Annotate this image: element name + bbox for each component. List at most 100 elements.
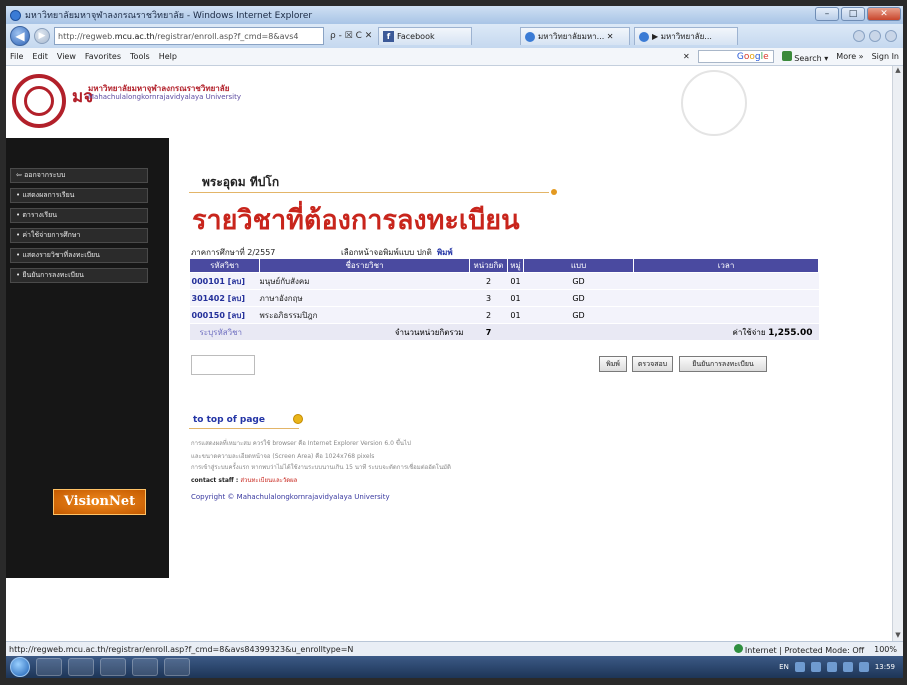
tray-icon[interactable] [842,662,853,672]
vertical-scrollbar[interactable]: ▲ ▼ [892,66,903,641]
student-name: พระอุดม ทีปโก [202,175,280,189]
tab-mcu-second[interactable]: ▶ มหาวิทยาลัย... [634,27,738,45]
toolbar-close-icon[interactable]: ✕ [683,52,690,61]
sign-in-button[interactable]: Sign In [872,52,899,61]
course-credits: 2 [469,272,508,290]
facebook-icon: f [383,31,394,42]
site-header: มจ มหาวิทยาลัยมหาจุฬาลงกรณราชวิทยาลัย Ma… [6,66,892,138]
sidebar-item-grades[interactable]: • แสดงผลการเรียน [10,188,148,203]
menu-edit[interactable]: Edit [32,52,48,61]
course-group: 01 [507,289,524,307]
forward-button[interactable]: ▶ [34,28,50,44]
settings-gear-icon[interactable] [885,30,897,42]
ie-page-icon [639,31,649,42]
course-code-link[interactable]: 000150 [ลบ] [189,306,260,324]
back-button[interactable]: ◀ [10,26,30,46]
search-toolbar: ✕ Google Search ▾ More » Sign In [683,50,903,63]
contact-link[interactable]: ส่วนทะเบียนและวัดผล [240,477,297,484]
sidebar-item-schedule[interactable]: • ตารางเรียน [10,208,148,223]
table-row: 301402 [ลบ] ภาษาอังกฤษ 3 01 GD [189,289,819,307]
total-credits-label: จำนวนหน่วยกิตรวม [259,323,470,341]
tray-icon[interactable] [794,662,805,672]
page-viewport: มจ มหาวิทยาลัยมหาจุฬาลงกรณราชวิทยาลัย Ma… [6,66,903,641]
favorites-star-icon[interactable] [869,30,881,42]
close-button[interactable]: ✕ [867,7,901,21]
sidebar-item-confirm-registration[interactable]: • ยืนยันการลงทะเบียน [10,268,148,283]
more-button[interactable]: More » [836,52,863,61]
sidebar-menu: ⇦ ออกจากระบบ • แสดงผลการเรียน • ตารางเรี… [6,138,169,578]
menu-tools[interactable]: Tools [130,52,150,61]
course-time [633,306,819,324]
menu-bar: File Edit View Favorites Tools Help ✕ Go… [6,48,903,66]
watermark-seal [681,70,747,136]
confirm-registration-button[interactable]: ยืนยันการลงทะเบียน [679,356,767,372]
search-button[interactable]: Search ▾ [781,50,828,63]
col-group: หมู่ [507,258,524,273]
main-content: พระอุดม ทีปโก รายวิชาที่ต้องการลงทะเบียน… [169,138,892,641]
url-controls[interactable]: ρ - ☒ C ✕ [330,31,374,41]
to-top-link[interactable]: to top of page [193,415,265,425]
scroll-up-icon[interactable]: ▲ [893,66,903,76]
tray-icon[interactable] [826,662,837,672]
security-zone: Internet | Protected Mode: Off [733,643,864,655]
add-course-link[interactable]: ระบุรหัสวิชา [189,323,260,341]
footer-note: การแสดงผลที่เหมาะสม ควรใช้ browser คือ I… [191,440,411,447]
menu-favorites[interactable]: Favorites [85,52,121,61]
maximize-button[interactable]: □ [841,7,865,21]
start-button[interactable] [10,657,30,677]
language-indicator[interactable]: EN [779,663,789,671]
sidebar-item-registered-courses[interactable]: • แสดงรายวิชาที่ลงทะเบียน [10,248,148,263]
tab-facebook[interactable]: f Facebook [378,27,472,45]
table-row: 000150 [ลบ] พระอภิธรรมปิฎก 2 01 GD [189,306,819,324]
university-name-english: Mahachulalongkornrajavidyalaya Universit… [88,93,241,101]
tab-mcu-active[interactable]: มหาวิทยาลัยมหา... ✕ [520,27,630,45]
taskbar-app-icon[interactable] [132,658,158,676]
course-code-link[interactable]: 301402 [ลบ] [189,289,260,307]
course-code-input[interactable] [191,355,255,375]
minimize-button[interactable]: – [815,7,839,21]
status-url: http://regweb.mcu.ac.th/registrar/enroll… [9,644,354,654]
course-group: 01 [507,306,524,324]
window-controls: – □ ✕ [815,7,901,21]
footer-note: และขนาดความละเอียดหน้าจอ (Screen Area) ค… [191,453,375,460]
course-code-link[interactable]: 000101 [ลบ] [189,272,260,290]
taskbar-ie-icon[interactable] [68,658,94,676]
menu-help[interactable]: Help [159,52,177,61]
ie-page-icon [525,31,535,42]
taskbar-app-icon[interactable] [164,658,190,676]
sidebar-item-logout[interactable]: ⇦ ออกจากระบบ [10,168,148,183]
tray-icon[interactable] [810,662,821,672]
col-credits: หน่วยกิต [469,258,508,273]
up-arrow-icon[interactable] [293,414,303,424]
sidebar-item-fees[interactable]: • ค่าใช้จ่ายการศึกษา [10,228,148,243]
page-title: รายวิชาที่ต้องการลงทะเบียน [192,205,520,236]
clock: 13:59 [874,663,895,671]
visionnet-banner[interactable]: VisionNet [53,489,146,515]
footer-note: การเข้าสู่ระบบครั้งแรก หากพบว่าไม่ได้ใช้… [191,464,451,471]
google-search-input[interactable]: Google [697,50,774,63]
course-credits: 2 [469,306,508,324]
ie-logo-icon [10,9,21,21]
zoom-level[interactable]: 100% [874,645,897,654]
taskbar-folder-icon[interactable] [36,658,62,676]
window-title: มหาวิทยาลัยมหาจุฬาลงกรณราชวิทยาลัย - Win… [25,11,313,21]
menu-file[interactable]: File [10,52,23,61]
col-type: แบบ [523,258,634,273]
menu-view[interactable]: View [57,52,76,61]
scroll-down-icon[interactable]: ▼ [893,631,903,641]
table-row: 000101 [ลบ] มนุษย์กับสังคม 2 01 GD [189,272,819,290]
taskbar-app-icon[interactable] [100,658,126,676]
print-button[interactable]: พิมพ์ [599,356,627,372]
tray-icon[interactable] [858,662,869,672]
check-button[interactable]: ตรวจสอบ [632,356,673,372]
title-bar: มหาวิทยาลัยมหาจุฬาลงกรณราชวิทยาลัย - Win… [6,6,903,24]
university-seal-logo [12,74,66,128]
divider [189,192,549,193]
globe-icon [733,643,743,653]
home-icon[interactable] [853,30,865,42]
fee-value: 1,255.00 [768,327,813,338]
course-name: ภาษาอังกฤษ [259,289,470,307]
bullet-dot-icon [551,189,557,195]
course-name: พระอภิธรรมปิฎก [259,306,470,324]
url-input[interactable]: http://regweb. mcu.ac.th/registrar/enroll… [54,27,324,45]
